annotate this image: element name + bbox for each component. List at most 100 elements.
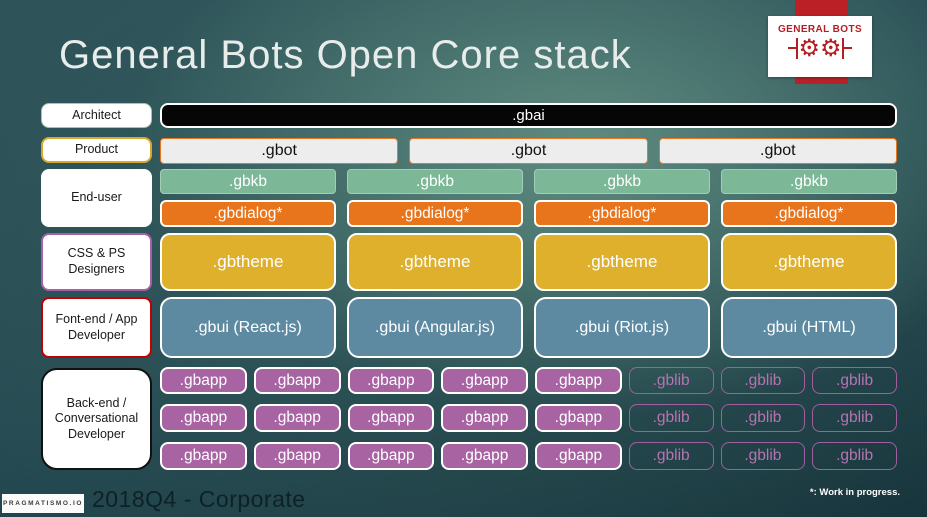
- stack-box-gbkb-label: .gbkb: [416, 172, 454, 190]
- stack-box-gbui-label: .gbui (React.js): [194, 318, 302, 336]
- stack-box-gbdialog: .gbdialog*: [160, 200, 336, 227]
- gear-icon: ⚙: [820, 34, 842, 62]
- stack-row-gbot: .gbot .gbot .gbot: [160, 138, 897, 164]
- stack-box-gbapp-label: .gbapp: [367, 447, 415, 464]
- role-label-product: Product: [41, 137, 152, 163]
- stack-box-gbapp-label: .gbapp: [367, 409, 415, 426]
- stack-box-gblib-label: .gblib: [744, 371, 782, 389]
- stack-box-gblib: .gblib: [720, 367, 806, 394]
- stack-row-apps-3: .gbapp .gbapp .gbapp .gbapp .gbapp .gblib .gb…: [160, 442, 897, 470]
- stack-box-gbapp-label: .gbapp: [460, 371, 509, 389]
- stack-box-gbapp-label: .gbapp: [179, 371, 228, 389]
- stack-box-gblib-label: .gblib: [836, 409, 874, 426]
- stack-box-gbtheme-label: .gbtheme: [212, 252, 284, 271]
- footer-caption: 2018Q4 - Corporate: [92, 486, 306, 512]
- stack-box-gblib: .gblib: [720, 404, 806, 432]
- stack-box-gbapp-label: .gbapp: [554, 447, 603, 464]
- stack-box-gbkb: .gbkb: [721, 169, 897, 194]
- stack-box-gbtheme-label: .gbtheme: [586, 252, 658, 271]
- role-label-end-user: End-user: [41, 169, 152, 227]
- role-label-designers: CSS & PS Designers: [41, 233, 152, 291]
- stack-box-gbdialog-label: .gbdialog*: [400, 204, 470, 222]
- stack-box-gblib: .gblib: [628, 367, 714, 394]
- stack-box-gbdialog-label: .gbdialog*: [587, 204, 657, 222]
- stack-row-apps-1: .gbapp .gbapp .gbapp .gbapp .gbapp .gblib .gb…: [160, 367, 897, 394]
- stack-row-gbdialog: .gbdialog* .gbdialog* .gbdialog* .gbdialog*: [160, 200, 897, 227]
- stack-box-gbapp: .gbapp: [535, 367, 622, 394]
- stack-box-gbot: .gbot: [409, 138, 648, 164]
- stack-box-gbai-label: .gbai: [512, 107, 545, 124]
- stack-row-gbai: .gbai: [160, 103, 897, 128]
- stack-box-gbtheme: .gbtheme: [347, 233, 523, 291]
- stack-box-gbkb-label: .gbkb: [229, 172, 267, 190]
- stack-box-gbapp: .gbapp: [441, 442, 528, 470]
- stack-row-gbtheme: .gbtheme .gbtheme .gbtheme .gbtheme: [160, 233, 897, 291]
- page-title: General Bots Open Core stack: [59, 33, 632, 77]
- role-label-frontend-developer: Font-end / App Developer: [41, 297, 152, 358]
- stack-box-gbui: .gbui (Riot.js): [534, 297, 710, 358]
- stack-box-gbapp: .gbapp: [347, 367, 435, 394]
- logo-line: [844, 46, 853, 50]
- stack-box-gbkb: .gbkb: [160, 169, 336, 194]
- stack-box-gbai: .gbai: [160, 103, 897, 128]
- stack-box-gbapp: .gbapp: [160, 404, 247, 432]
- stack-box-gbkb-label: .gbkb: [603, 172, 641, 190]
- stack-box-gbtheme: .gbtheme: [534, 233, 710, 291]
- stack-box-gbkb-label: .gbkb: [790, 172, 828, 190]
- stack-box-gbapp: .gbapp: [160, 367, 247, 394]
- stack-box-gblib-label: .gblib: [652, 447, 690, 464]
- stack-box-gbot-label: .gbot: [760, 142, 796, 159]
- stack-box-gblib: .gblib: [628, 404, 714, 432]
- stack-box-gbui: .gbui (Angular.js): [347, 297, 523, 358]
- stack-box-gbapp-label: .gbapp: [273, 371, 321, 389]
- stack-box-gblib: .gblib: [720, 442, 806, 470]
- pragmatismo-logo: PRAGMATISMO.IO: [2, 494, 84, 513]
- stack-box-gbapp: .gbapp: [535, 404, 622, 432]
- stack-box-gbui: .gbui (HTML): [721, 297, 897, 358]
- stack-box-gbot: .gbot: [658, 138, 897, 164]
- stack-box-gbui-label: .gbui (Riot.js): [574, 318, 670, 336]
- stack-box-gblib-label: .gblib: [652, 409, 690, 426]
- stack-box-gbapp-label: .gbapp: [179, 447, 228, 464]
- logo-gears-row: ⚙ ⚙: [787, 34, 853, 62]
- stack-box-gblib-label: .gblib: [836, 447, 874, 464]
- role-label-architect: Architect: [41, 103, 152, 128]
- stack-row-gbkb: .gbkb .gbkb .gbkb .gbkb: [160, 169, 897, 194]
- stack-box-gblib-label: .gblib: [652, 371, 690, 389]
- stack-box-gbapp: .gbapp: [253, 367, 341, 394]
- stack-box-gbot-label: .gbot: [261, 142, 297, 159]
- stack-box-gblib: .gblib: [812, 442, 897, 470]
- stack-box-gbdialog: .gbdialog*: [347, 200, 523, 227]
- stack-box-gbtheme: .gbtheme: [721, 233, 897, 291]
- stack-box-gbtheme: .gbtheme: [160, 233, 336, 291]
- stack-box-gbapp-label: .gbapp: [367, 371, 415, 389]
- stack-box-gblib-label: .gblib: [744, 409, 782, 426]
- stack-box-gblib-label: .gblib: [836, 371, 874, 389]
- stack-box-gbui: .gbui (React.js): [160, 297, 336, 358]
- stack-box-gbui-label: .gbui (HTML): [762, 318, 856, 336]
- stack-box-gbapp: .gbapp: [253, 442, 341, 470]
- stack-box-gbapp: .gbapp: [160, 442, 247, 470]
- stack-box-gbapp-label: .gbapp: [554, 371, 603, 389]
- stack-box-gbapp-label: .gbapp: [554, 409, 603, 426]
- gear-icon: ⚙: [798, 34, 820, 62]
- stack-box-gbot-label: .gbot: [510, 142, 547, 159]
- stack-box-gbapp-label: .gbapp: [460, 447, 509, 464]
- stack-box-gbapp: .gbapp: [535, 442, 622, 470]
- general-bots-logo: GENERAL BOTS ⚙ ⚙: [768, 16, 872, 77]
- stack-box-gblib-label: .gblib: [744, 447, 782, 464]
- stack-box-gblib: .gblib: [812, 404, 897, 432]
- stack-box-gbapp-label: .gbapp: [273, 447, 321, 464]
- stack-row-apps-2: .gbapp .gbapp .gbapp .gbapp .gbapp .gblib .gb…: [160, 404, 897, 432]
- stack-box-gbui-label: .gbui (Angular.js): [374, 318, 496, 336]
- stack-box-gbdialog: .gbdialog*: [534, 200, 710, 227]
- stack-box-gbapp: .gbapp: [441, 404, 528, 432]
- stack-box-gbapp-label: .gbapp: [460, 409, 509, 426]
- stack-box-gbkb: .gbkb: [534, 169, 710, 194]
- logo-line: [787, 46, 796, 50]
- stack-box-gbapp: .gbapp: [347, 404, 435, 432]
- stack-box-gblib: .gblib: [812, 367, 897, 394]
- stack-box-gbdialog: .gbdialog*: [721, 200, 897, 227]
- stack-box-gbapp-label: .gbapp: [179, 409, 228, 426]
- stack-box-gbdialog-label: .gbdialog*: [774, 204, 844, 222]
